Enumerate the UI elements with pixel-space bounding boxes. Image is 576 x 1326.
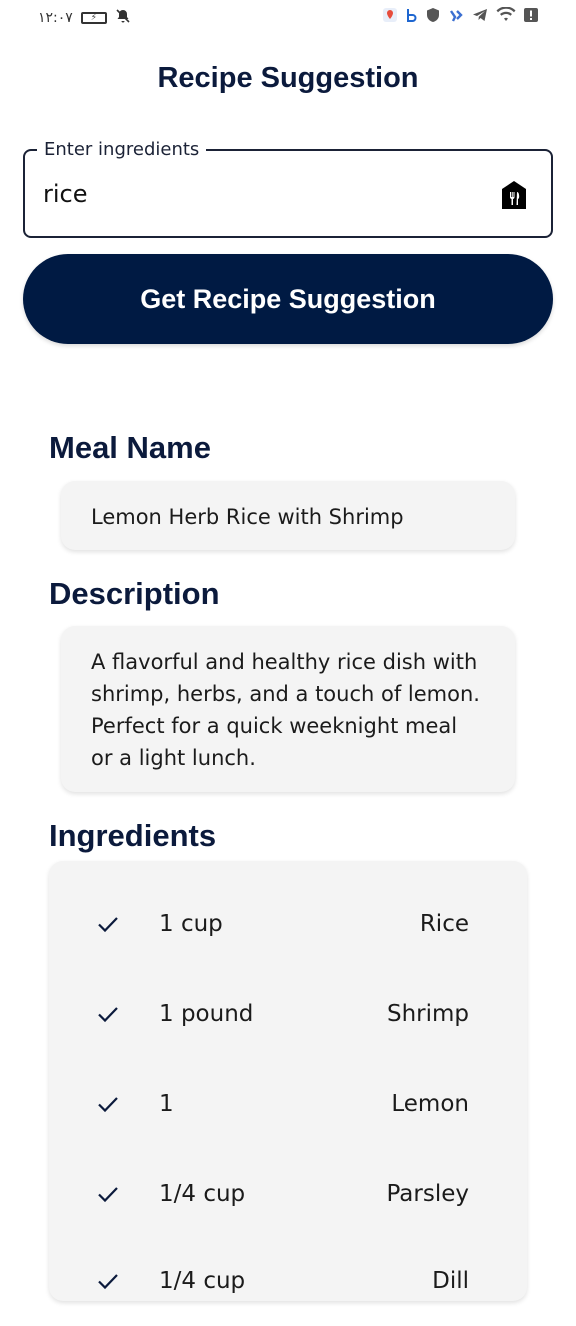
- ingredients-input[interactable]: rice: [43, 177, 463, 211]
- ingredients-field-label: Enter ingredients: [37, 138, 207, 162]
- ingredients-field[interactable]: Enter ingredients rice: [23, 138, 553, 238]
- restaurant-icon: [501, 180, 527, 210]
- list-item: 1 Lemon: [49, 1059, 527, 1149]
- check-icon: [98, 1274, 118, 1290]
- description-card: A flavorful and healthy rice dish with s…: [61, 626, 515, 792]
- meal-name-text: Lemon Herb Rice with Shrimp: [91, 505, 404, 529]
- ingredient-quantity: 1/4 cup: [159, 1181, 246, 1207]
- get-recipe-suggestion-button[interactable]: Get Recipe Suggestion: [23, 254, 553, 344]
- ingredient-name: Dill: [432, 1268, 469, 1294]
- alert-icon: [524, 7, 538, 29]
- notifications-off-icon: [115, 8, 131, 28]
- status-left: ۱۲:۰۷ ⚡: [38, 8, 131, 28]
- maps-notification-icon: [382, 7, 398, 29]
- list-item: 1 cup Rice: [49, 879, 527, 969]
- ingredient-quantity: 1/4 cup: [159, 1268, 246, 1294]
- description-text: A flavorful and healthy rice dish with s…: [91, 650, 480, 770]
- telegram-icon: [472, 7, 488, 29]
- ingredient-name: Parsley: [386, 1181, 469, 1207]
- ingredients-heading: Ingredients: [49, 818, 217, 853]
- wifi-icon: [496, 6, 516, 29]
- list-item: 1/4 cup Parsley: [49, 1149, 527, 1239]
- ingredients-card: 1 cup Rice 1 pound Shrimp 1 Lemon 1/4 cu…: [49, 861, 527, 1301]
- check-icon: [98, 1187, 118, 1203]
- meal-name-card: Lemon Herb Rice with Shrimp: [61, 481, 515, 550]
- battery-icon: ⚡: [80, 12, 107, 24]
- get-recipe-suggestion-label: Get Recipe Suggestion: [140, 283, 436, 314]
- status-time: ۱۲:۰۷: [38, 10, 73, 26]
- ingredient-quantity: 1 cup: [159, 911, 223, 937]
- shield-icon: [426, 7, 440, 29]
- ingredient-name: Lemon: [391, 1091, 469, 1117]
- ingredient-name: Shrimp: [386, 1001, 469, 1027]
- list-item: 1/4 cup Dill: [49, 1236, 527, 1326]
- status-right: [382, 6, 538, 29]
- ingredient-quantity: 1 pound: [159, 1001, 254, 1027]
- ingredient-quantity: 1: [159, 1091, 174, 1117]
- check-icon: [98, 1007, 118, 1023]
- b-notification-icon: [406, 7, 418, 29]
- battery-charging-indicator: ⚡: [90, 12, 97, 23]
- description-heading: Description: [49, 576, 220, 611]
- status-bar: ۱۲:۰۷ ⚡: [0, 0, 576, 36]
- check-icon: [98, 917, 118, 933]
- meal-name-heading: Meal Name: [49, 430, 211, 465]
- app-notification-icon: [448, 7, 464, 29]
- list-item: 1 pound Shrimp: [49, 969, 527, 1059]
- check-icon: [98, 1097, 118, 1113]
- ingredient-name: Rice: [419, 911, 469, 937]
- page-title: Recipe Suggestion: [157, 62, 419, 94]
